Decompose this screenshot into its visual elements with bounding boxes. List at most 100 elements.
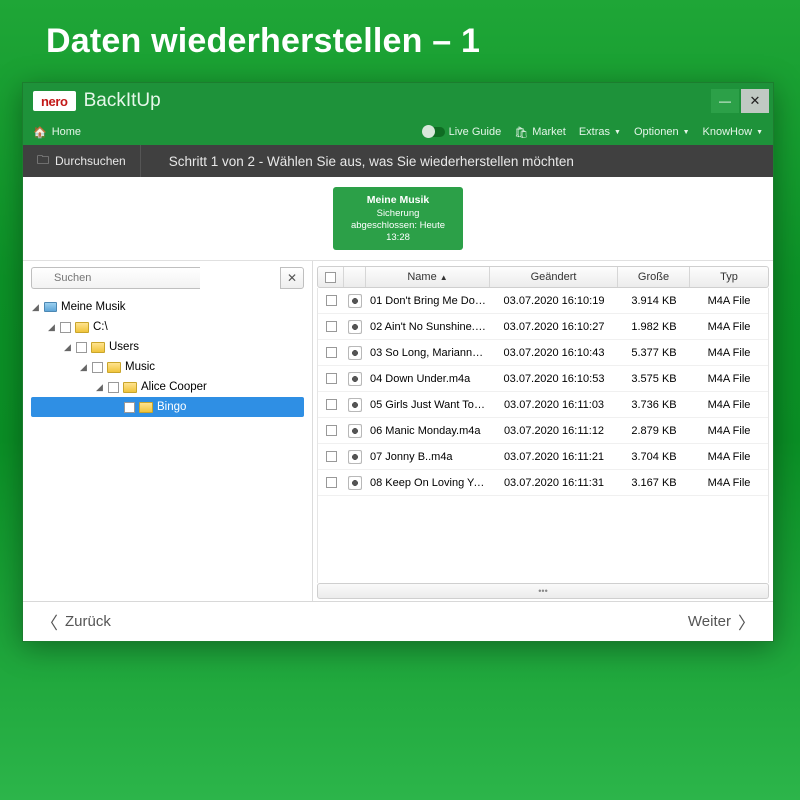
market-link[interactable]: 🛍 Market: [514, 126, 566, 139]
folder-icon: [91, 342, 105, 353]
file-name: 02 Ain't No Sunshine.m4a: [366, 321, 490, 333]
sort-asc-icon: ▲: [440, 273, 448, 282]
browse-button[interactable]: 🗀 Durchsuchen: [23, 145, 141, 177]
header-type[interactable]: Typ: [690, 267, 768, 287]
horizontal-scrollbar[interactable]: •••: [317, 583, 769, 599]
live-guide-toggle[interactable]: Live Guide: [423, 126, 502, 138]
file-size: 2.879 KB: [618, 425, 690, 437]
header-checkbox-col[interactable]: [318, 267, 344, 287]
file-row[interactable]: 02 Ain't No Sunshine.m4a03.07.2020 16:10…: [318, 314, 768, 340]
file-row[interactable]: 04 Down Under.m4a03.07.2020 16:10:533.57…: [318, 366, 768, 392]
knowhow-label: KnowHow: [703, 126, 753, 138]
backup-card-line1: Sicherung: [339, 208, 457, 220]
tree-music[interactable]: ◢ Music: [31, 357, 304, 377]
file-checkbox[interactable]: [326, 347, 337, 358]
expander-icon[interactable]: ◢: [63, 342, 72, 353]
file-checkbox[interactable]: [326, 373, 337, 384]
expander-icon[interactable]: ◢: [95, 382, 104, 393]
expander-icon[interactable]: ◢: [79, 362, 88, 373]
file-type: M4A File: [690, 451, 768, 463]
tree-checkbox[interactable]: [92, 362, 103, 373]
select-all-checkbox[interactable]: [325, 272, 336, 283]
file-changed: 03.07.2020 16:10:53: [490, 373, 618, 385]
home-link[interactable]: 🏠 Home: [33, 126, 81, 139]
tree-checkbox[interactable]: [124, 402, 135, 413]
expander-icon[interactable]: ◢: [47, 322, 56, 333]
file-name: 08 Keep On Loving You.m4a: [366, 477, 490, 489]
extras-label: Extras: [579, 126, 610, 138]
options-label: Optionen: [634, 126, 679, 138]
expander-icon[interactable]: ◢: [31, 302, 40, 313]
tree-root[interactable]: ◢ Meine Musik: [31, 297, 304, 317]
home-label: Home: [52, 126, 81, 138]
file-type: M4A File: [690, 295, 768, 307]
audio-file-icon: [348, 346, 362, 360]
file-checkbox[interactable]: [326, 425, 337, 436]
folder-icon: [75, 322, 89, 333]
backup-card[interactable]: Meine Musik Sicherung abgeschlossen: Heu…: [333, 187, 463, 251]
search-bar: 🔍 ✕: [31, 267, 304, 289]
file-checkbox[interactable]: [326, 451, 337, 462]
tree-drive-label: C:\: [93, 321, 108, 333]
file-name: 05 Girls Just Want To Have Fu..: [366, 399, 490, 411]
file-size: 3.167 KB: [618, 477, 690, 489]
close-button[interactable]: ✕: [741, 89, 769, 113]
file-row[interactable]: 05 Girls Just Want To Have Fu..03.07.202…: [318, 392, 768, 418]
tree-drive[interactable]: ◢ C:\: [31, 317, 304, 337]
file-checkbox-cell: [318, 295, 344, 306]
options-menu[interactable]: Optionen▼: [634, 126, 690, 138]
file-checkbox-cell: [318, 373, 344, 384]
file-checkbox[interactable]: [326, 477, 337, 488]
tree-checkbox[interactable]: [76, 342, 87, 353]
backup-card-line2: abgeschlossen: Heute: [339, 220, 457, 232]
tree-artist-label: Alice Cooper: [141, 381, 207, 393]
next-button[interactable]: Weiter 〉: [688, 609, 755, 634]
file-size: 3.914 KB: [618, 295, 690, 307]
brand-logo: nero: [33, 91, 76, 111]
file-row[interactable]: 08 Keep On Loving You.m4a03.07.2020 16:1…: [318, 470, 768, 496]
file-type: M4A File: [690, 477, 768, 489]
folder-icon: [123, 382, 137, 393]
back-button[interactable]: 〈 Zurück: [41, 609, 111, 634]
header-name-label: Name: [407, 271, 436, 283]
folder-icon: [139, 402, 153, 413]
file-name: 03 So Long, Marianne.m4a: [366, 347, 490, 359]
toggle-icon: [423, 127, 445, 137]
header-changed[interactable]: Geändert: [490, 267, 618, 287]
header-name[interactable]: Name ▲: [366, 267, 490, 287]
brand-logo-text: nero: [41, 94, 68, 109]
tree-album-selected[interactable]: Bingo: [31, 397, 304, 417]
tree-checkbox[interactable]: [108, 382, 119, 393]
wizard-bar: 🗀 Durchsuchen Schritt 1 von 2 - Wählen S…: [23, 145, 773, 177]
file-checkbox[interactable]: [326, 321, 337, 332]
file-changed: 03.07.2020 16:11:21: [490, 451, 618, 463]
knowhow-menu[interactable]: KnowHow▼: [703, 126, 763, 138]
file-checkbox[interactable]: [326, 295, 337, 306]
header-size[interactable]: Große: [618, 267, 690, 287]
file-changed: 03.07.2020 16:11:31: [490, 477, 618, 489]
file-checkbox-cell: [318, 425, 344, 436]
folder-icon: [107, 362, 121, 373]
file-row[interactable]: 07 Jonny B..m4a03.07.2020 16:11:213.704 …: [318, 444, 768, 470]
tree-artist[interactable]: ◢ Alice Cooper: [31, 377, 304, 397]
file-row[interactable]: 03 So Long, Marianne.m4a03.07.2020 16:10…: [318, 340, 768, 366]
extras-menu[interactable]: Extras▼: [579, 126, 621, 138]
live-guide-label: Live Guide: [449, 126, 502, 138]
app-window: nero BackItUp — ✕ 🏠 Home Live Guide 🛍 Ma…: [22, 82, 774, 642]
minimize-button[interactable]: —: [711, 89, 739, 113]
file-name: 06 Manic Monday.m4a: [366, 425, 490, 437]
file-icon-cell: [344, 398, 366, 412]
search-clear-button[interactable]: ✕: [280, 267, 304, 289]
tree-checkbox[interactable]: [60, 322, 71, 333]
file-row[interactable]: 01 Don't Bring Me Down.m4a03.07.2020 16:…: [318, 288, 768, 314]
file-type: M4A File: [690, 321, 768, 333]
page-heading: Daten wiederherstellen – 1: [0, 0, 800, 61]
file-name: 07 Jonny B..m4a: [366, 451, 490, 463]
tree-users[interactable]: ◢ Users: [31, 337, 304, 357]
file-row[interactable]: 06 Manic Monday.m4a03.07.2020 16:11:122.…: [318, 418, 768, 444]
menubar: 🏠 Home Live Guide 🛍 Market Extras▼ Optio…: [23, 119, 773, 145]
file-checkbox[interactable]: [326, 399, 337, 410]
search-input[interactable]: [31, 267, 200, 289]
column-header-row: Name ▲ Geändert Große Typ: [317, 266, 769, 288]
file-type: M4A File: [690, 425, 768, 437]
